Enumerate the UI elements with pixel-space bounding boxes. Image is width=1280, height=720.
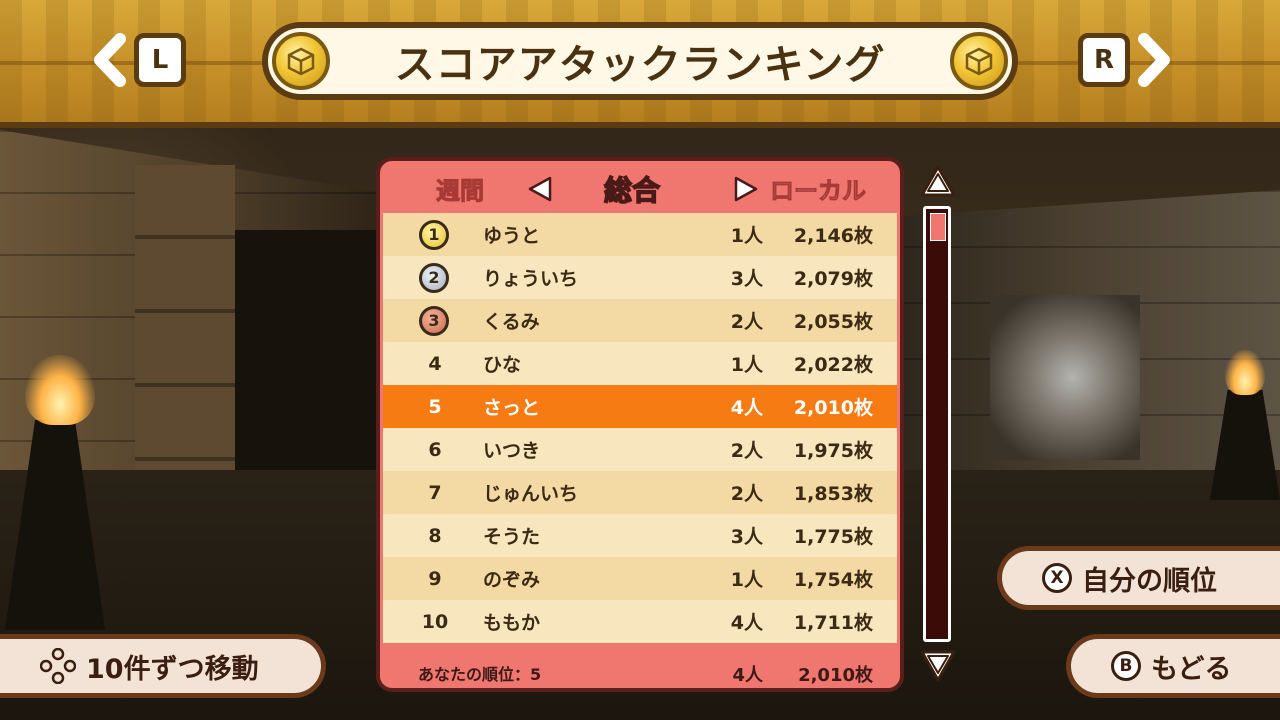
my-rank-button[interactable]: X 自分の順位 — [997, 546, 1280, 610]
player-count: 2人 — [730, 311, 763, 333]
player-name: ひな — [483, 354, 522, 376]
player-name: ももか — [483, 612, 541, 634]
chevron-left-icon — [94, 33, 126, 87]
gold-coin-icon — [272, 32, 330, 90]
rank-number: 9 — [428, 567, 442, 590]
player-count: 1人 — [730, 225, 763, 247]
scrollbar-thumb[interactable] — [930, 213, 946, 241]
coin-score: 2,055枚 — [793, 311, 873, 333]
l-key: L — [134, 33, 186, 87]
x-button-icon: X — [1042, 563, 1072, 593]
player-name: いつき — [483, 440, 541, 462]
player-count: 3人 — [730, 526, 763, 548]
chevron-right-icon — [1138, 33, 1170, 87]
coin-score: 1,775枚 — [793, 526, 873, 548]
rank-number: 6 — [428, 438, 442, 461]
player-name: のぞみ — [483, 569, 541, 591]
ranking-row[interactable]: 7 じゅんいち 2人 1,853枚 — [383, 471, 897, 514]
player-count: 3人 — [730, 268, 763, 290]
header-bar: L スコアアタックランキング R — [0, 0, 1280, 128]
next-page-button[interactable]: R — [1078, 33, 1172, 87]
lit-corridor — [990, 295, 1140, 460]
player-name: さっと — [483, 397, 541, 419]
player-name: くるみ — [483, 311, 540, 333]
page-move-button-label: 10件ずつ移動 — [86, 653, 259, 685]
coin-score: 1,711枚 — [793, 612, 873, 634]
dpad-icon — [40, 648, 76, 684]
ranking-row[interactable]: 3 くるみ 2人 2,055枚 — [383, 299, 897, 342]
coin-score: 1,754枚 — [793, 569, 873, 591]
rank-cell: 1 — [419, 219, 451, 250]
scrollbar-track[interactable] — [923, 206, 951, 642]
scroll-down-arrow-icon[interactable] — [918, 648, 958, 684]
coin-score: 1,853枚 — [793, 483, 873, 505]
rank-number: 10 — [421, 610, 449, 633]
ranking-row[interactable]: 8 そうた 3人 1,775枚 — [383, 514, 897, 557]
coin-score: 2,010枚 — [793, 397, 873, 419]
prev-page-button[interactable]: L — [92, 33, 186, 87]
player-name: そうた — [483, 526, 541, 548]
ranking-list: 1 ゆうと 1人 2,146枚 2 りょういち 3人 2,079枚 3 くるみ … — [383, 213, 897, 643]
tab-local[interactable]: ローカル — [770, 171, 867, 206]
back-button[interactable]: B もどる — [1066, 634, 1280, 698]
page-move-button[interactable]: 10件ずつ移動 — [0, 634, 326, 698]
ranking-row[interactable]: 1 ゆうと 1人 2,146枚 — [383, 213, 897, 256]
ranking-row[interactable]: 6 いつき 2人 1,975枚 — [383, 428, 897, 471]
gold-coin-icon — [950, 32, 1008, 90]
my-rank-label: あなたの順位：5 — [418, 665, 542, 684]
ranking-row[interactable]: 10 ももか 4人 1,711枚 — [383, 600, 897, 643]
rank-cell: 2 — [419, 262, 451, 293]
coin-score: 1,975枚 — [793, 440, 873, 462]
tab-overall[interactable]: 総合 — [603, 169, 661, 209]
my-rank-button-label: 自分の順位 — [1082, 565, 1217, 597]
coin-score: 2,146枚 — [793, 225, 873, 247]
player-count: 4人 — [730, 397, 763, 419]
player-count: 4人 — [730, 612, 763, 634]
player-name: じゅんいち — [483, 483, 579, 505]
coin-score: 2,079枚 — [793, 268, 873, 290]
rank-cell: 3 — [419, 305, 451, 336]
player-count: 1人 — [730, 569, 763, 591]
ranking-row-selected[interactable]: 5 さっと 4人 2,010枚 — [383, 385, 897, 428]
tab-weekly[interactable]: 週間 — [436, 171, 485, 206]
player-name: りょういち — [483, 268, 579, 290]
player-count: 2人 — [730, 483, 763, 505]
ranking-tabs: 週間 総合 ローカル — [380, 161, 900, 213]
my-coin-score: 2,010枚 — [798, 665, 873, 686]
page-title: スコアアタックランキング — [394, 42, 886, 88]
torch-flame-left — [25, 355, 95, 425]
rank-number: 5 — [428, 395, 442, 418]
rank-number: 8 — [428, 524, 442, 547]
my-rank-summary: あなたの順位：5 4人 2,010枚 — [380, 641, 900, 688]
my-player-count: 4人 — [732, 665, 763, 686]
r-key: R — [1078, 33, 1130, 87]
scroll-up-arrow-icon[interactable] — [918, 163, 958, 199]
title-pill: スコアアタックランキング — [262, 22, 1018, 100]
ranking-row[interactable]: 4 ひな 1人 2,022枚 — [383, 342, 897, 385]
b-button-icon: B — [1111, 651, 1141, 681]
coin-score: 2,022枚 — [793, 354, 873, 376]
back-button-label: もどる — [1151, 653, 1232, 685]
triangle-right-icon[interactable] — [732, 175, 760, 203]
bronze-medal-icon: 3 — [419, 305, 449, 336]
ranking-row[interactable]: 2 りょういち 3人 2,079枚 — [383, 256, 897, 299]
ranking-row[interactable]: 9 のぞみ 1人 1,754枚 — [383, 557, 897, 600]
ranking-panel: 週間 総合 ローカル 1 ゆうと 1人 2,146枚 2 りょういち 3人 2,… — [376, 157, 904, 692]
torch-flame-right — [1225, 350, 1265, 395]
player-count: 2人 — [730, 440, 763, 462]
player-count: 1人 — [730, 354, 763, 376]
rank-number: 7 — [428, 481, 442, 504]
player-name: ゆうと — [483, 225, 541, 247]
silver-medal-icon: 2 — [419, 262, 449, 293]
triangle-left-icon[interactable] — [526, 175, 554, 203]
gold-medal-icon: 1 — [419, 219, 449, 250]
rank-number: 4 — [428, 352, 442, 375]
